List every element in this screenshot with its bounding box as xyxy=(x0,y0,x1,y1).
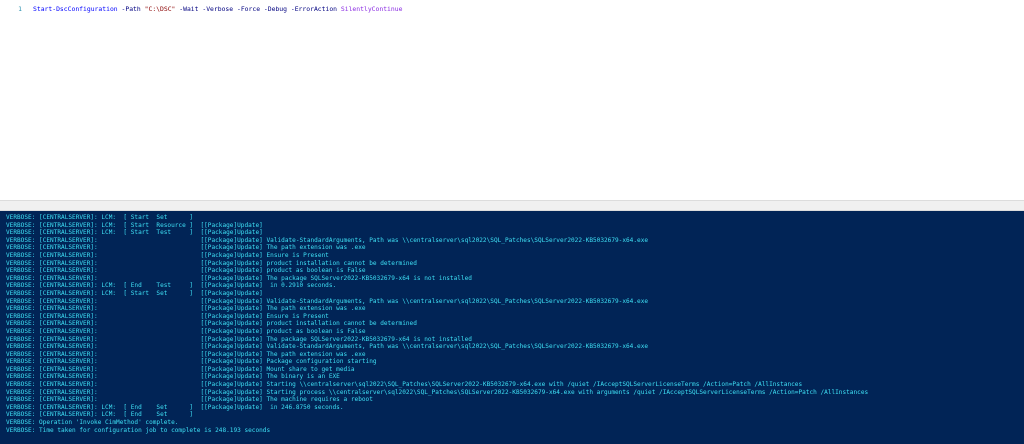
line-number: 1 xyxy=(18,5,22,13)
console-output-line: VERBOSE: [CENTRALSERVER]: [[Package]Upda… xyxy=(6,305,366,313)
console-output-line: VERBOSE: [CENTRALSERVER]: [[Package]Upda… xyxy=(6,335,472,343)
console-output-line: VERBOSE: [CENTRALSERVER]: [[Package]Upda… xyxy=(6,297,649,305)
erroraction-param-token: -ErrorAction xyxy=(290,5,338,13)
console-output-line: VERBOSE: [CENTRALSERVER]: [[Package]Upda… xyxy=(6,358,377,366)
console-output-line: VERBOSE: [CENTRALSERVER]: [[Package]Upda… xyxy=(6,312,329,320)
path-value-token: "C:\DSC" xyxy=(144,5,176,13)
cmdlet-token: Start-DscConfiguration xyxy=(33,5,118,13)
console-output-line: VERBOSE: [CENTRALSERVER]: [[Package]Upda… xyxy=(6,244,366,252)
console-output-line: VERBOSE: [CENTRALSERVER]: [[Package]Upda… xyxy=(6,267,366,275)
console-output-line: VERBOSE: [CENTRALSERVER]: LCM: [ Start T… xyxy=(6,229,263,237)
pane-splitter[interactable] xyxy=(0,200,1024,211)
console-output-line: VERBOSE: [CENTRALSERVER]: [[Package]Upda… xyxy=(6,373,340,381)
console-output-line: VERBOSE: [CENTRALSERVER]: LCM: [ Start S… xyxy=(6,289,263,297)
script-editor-pane[interactable]: 1 Start-DscConfiguration -Path "C:\DSC" … xyxy=(0,0,1024,201)
console-output-line: VERBOSE: [CENTRALSERVER]: [[Package]Upda… xyxy=(6,251,329,259)
console-output-line: VERBOSE: [CENTRALSERVER]: LCM: [ Start S… xyxy=(6,214,194,221)
console-output-line: VERBOSE: [CENTRALSERVER]: [[Package]Upda… xyxy=(6,320,417,328)
console-output-pane[interactable]: VERBOSE: [CENTRALSERVER]: LCM: [ Start S… xyxy=(0,211,1024,444)
console-output-line: VERBOSE: [CENTRALSERVER]: [[Package]Upda… xyxy=(6,388,869,396)
console-output-line: VERBOSE: [CENTRALSERVER]: LCM: [ Start R… xyxy=(6,221,263,229)
console-output-line: VERBOSE: [CENTRALSERVER]: [[Package]Upda… xyxy=(6,343,649,351)
flags-token: -Wait -Verbose -Force -Debug xyxy=(179,5,287,13)
console-output-line: VERBOSE: [CENTRALSERVER]: [[Package]Upda… xyxy=(6,327,366,335)
console-output-line: VERBOSE: [CENTRALSERVER]: [[Package]Upda… xyxy=(6,396,373,404)
console-output-line: VERBOSE: [CENTRALSERVER]: LCM: [ End Set… xyxy=(6,411,194,419)
console-output-line: VERBOSE: [CENTRALSERVER]: [[Package]Upda… xyxy=(6,274,472,282)
erroraction-value-token: SilentlyContinue xyxy=(340,5,403,13)
console-output-line: VERBOSE: [CENTRALSERVER]: [[Package]Upda… xyxy=(6,381,803,389)
console-output-line: VERBOSE: Operation 'Invoke CimMethod' co… xyxy=(6,419,179,427)
console-output-line: VERBOSE: [CENTRALSERVER]: [[Package]Upda… xyxy=(6,365,355,373)
console-output-line: VERBOSE: Time taken for configuration jo… xyxy=(6,426,271,434)
console-output-line: VERBOSE: [CENTRALSERVER]: [[Package]Upda… xyxy=(6,350,366,358)
path-param-token: -Path xyxy=(121,5,141,13)
console-output-line: VERBOSE: [CENTRALSERVER]: LCM: [ End Tes… xyxy=(6,282,337,290)
console-output-line: VERBOSE: [CENTRALSERVER]: LCM: [ End Set… xyxy=(6,403,344,411)
console-output-lines: VERBOSE: [CENTRALSERVER]: LCM: [ Start S… xyxy=(6,214,868,434)
console-output-line: VERBOSE: [CENTRALSERVER]: [[Package]Upda… xyxy=(6,236,649,244)
console-output-line: VERBOSE: [CENTRALSERVER]: [[Package]Upda… xyxy=(6,259,417,267)
code-line[interactable]: 1 Start-DscConfiguration -Path "C:\DSC" … xyxy=(0,4,402,14)
